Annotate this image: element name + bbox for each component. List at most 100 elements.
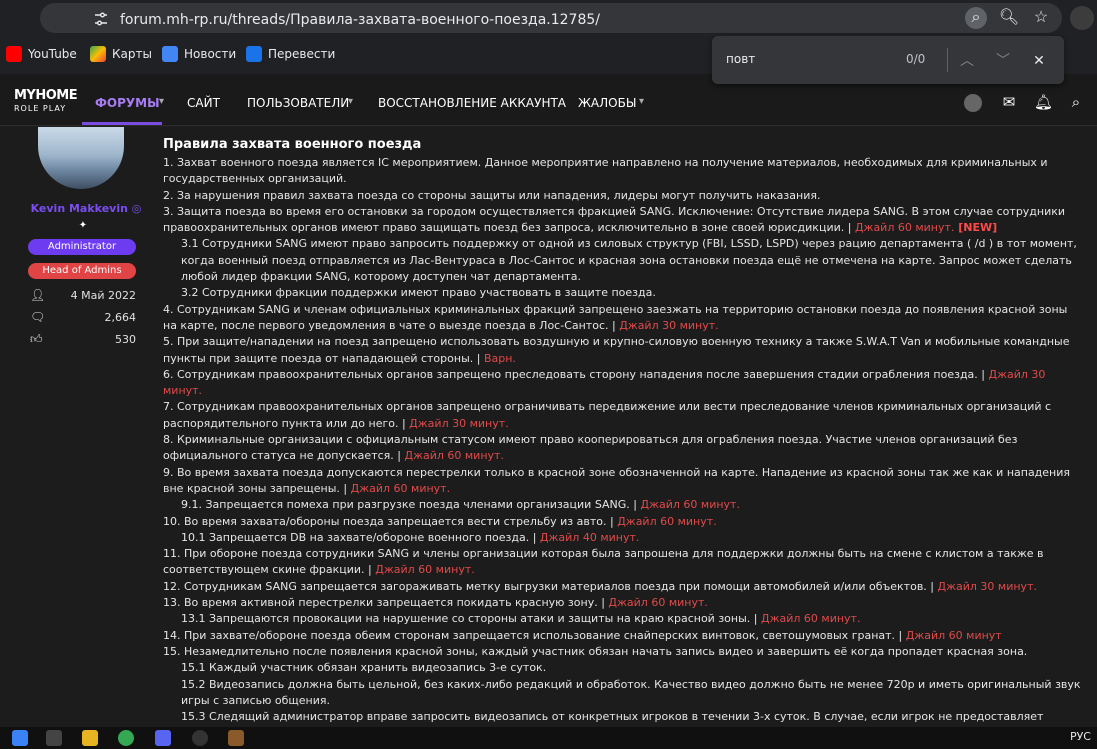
nav-active-indicator xyxy=(82,122,162,125)
youtube-icon xyxy=(6,46,22,62)
rule-line: 9.1. Запрещается помеха при разгрузке по… xyxy=(163,497,1081,513)
rule-line: 2. За нарушения правил захвата поезда со… xyxy=(163,188,1081,204)
rule-line: 8. Криминальные организации с официальны… xyxy=(163,432,1081,465)
bookmark-translate[interactable]: Перевести xyxy=(246,46,335,62)
nav-site[interactable]: САЙТ xyxy=(187,96,220,110)
penalty-text: Джайл 40 минут. xyxy=(539,530,640,544)
message-icon: 🗨︎ xyxy=(30,310,46,324)
find-input[interactable]: повт xyxy=(726,52,755,66)
role-badge-head: Head of Admins xyxy=(28,263,136,279)
person-icon: 👤︎ xyxy=(30,288,46,302)
rule-line: 13.1 Запрещаются провокации на нарушение… xyxy=(163,611,1081,627)
nav-complaints[interactable]: ЖАЛОБЫ xyxy=(578,96,636,110)
rule-line: 15.3 Следящий администратор вправе запро… xyxy=(163,709,1081,727)
bell-icon[interactable]: 🔔︎ xyxy=(1034,94,1053,112)
user-avatar-icon[interactable] xyxy=(964,94,982,112)
post-body: 1. Захват военного поезда является IC ме… xyxy=(163,155,1081,727)
nav-account-recovery[interactable]: ВОССТАНОВЛЕНИЕ АККАУНТА xyxy=(378,96,566,110)
penalty-text: Джайл 60 минут. xyxy=(350,481,451,495)
rule-line: 3.2 Сотрудники фракции поддержки имеют п… xyxy=(163,285,1081,301)
app-icon[interactable] xyxy=(155,730,171,746)
chevron-down-icon[interactable]: ▾ xyxy=(639,96,644,107)
rule-text: 12. Сотрудникам SANG запрещается загораж… xyxy=(163,579,938,593)
rule-line: 4. Сотрудникам SANG и членам официальных… xyxy=(163,302,1081,335)
rule-text: 5. При защите/нападении на поезд запреще… xyxy=(163,335,1070,365)
steam-icon[interactable] xyxy=(192,730,208,746)
penalty-text: Джайл 60 минут. xyxy=(760,612,861,626)
chrome-icon[interactable] xyxy=(118,730,134,746)
penalty-text: Джайл 60 минут. xyxy=(617,514,717,528)
rule-text: 13.1 Запрещаются провокации на нарушение… xyxy=(181,612,761,626)
rule-line: 10.1 Запрещается DB на захвате/обороне в… xyxy=(163,530,1081,546)
rule-text: 1. Захват военного поезда является IC ме… xyxy=(163,156,1048,186)
rule-line: 15.1 Каждый участник обязан хранить виде… xyxy=(163,660,1081,676)
penalty-text: Джайл 30 минут. xyxy=(937,579,1037,593)
penalty-text: Джайл 60 минут. xyxy=(608,596,708,610)
rule-text: 9.1. Запрещается помеха при разгрузке по… xyxy=(181,498,641,512)
verified-icon: ◎ xyxy=(131,202,142,215)
penalty-text: Джайл 60 минут. xyxy=(375,563,475,577)
thumbs-up-icon: 👍︎ xyxy=(30,332,43,346)
post-title: Правила захвата военного поезда xyxy=(163,137,422,152)
game-icon[interactable] xyxy=(228,730,244,746)
browser-toolbar: forum.mh-rp.ru/threads/Правила-захвата-в… xyxy=(0,0,1097,36)
stat-reactions: 👍︎ 530 xyxy=(30,332,136,346)
zoom-icon[interactable]: 🔍︎ xyxy=(998,7,1020,29)
rule-text: 2. За нарушения правил захвата поезда со… xyxy=(163,188,821,202)
rule-text: 7. Сотрудникам правоохранительных органо… xyxy=(163,400,1052,430)
penalty-text: Джайл 60 минут. xyxy=(640,498,740,512)
stat-joined: 👤︎ 4 Май 2022 xyxy=(30,288,136,302)
bookmark-youtube[interactable]: YouTube xyxy=(6,46,77,62)
url-text[interactable]: forum.mh-rp.ru/threads/Правила-захвата-в… xyxy=(120,12,600,28)
rule-text: 6. Сотрудникам правоохранительных органо… xyxy=(163,367,989,381)
penalty-text: Джайл 30 минут. xyxy=(619,318,719,332)
search-icon[interactable]: ⌕ xyxy=(1067,94,1085,112)
bookmark-maps[interactable]: Карты xyxy=(90,46,152,62)
rule-text: 15.2 Видеозапись должна быть цельной, бе… xyxy=(181,677,1081,707)
translate-icon xyxy=(246,46,262,62)
rule-line: 12. Сотрудникам SANG запрещается загораж… xyxy=(163,579,1081,595)
site-info-icon[interactable] xyxy=(93,11,109,27)
username[interactable]: Kevin Makkevin ◎ xyxy=(30,202,142,215)
nav-forums[interactable]: ФОРУМЫ xyxy=(95,96,160,110)
rule-line: 6. Сотрудникам правоохранительных органо… xyxy=(163,367,1081,400)
star-icon[interactable]: ☆ xyxy=(1030,7,1052,29)
rule-line: 14. При захвате/обороне поезда обеим сто… xyxy=(163,628,1081,644)
find-count: 0/0 xyxy=(906,52,926,66)
rule-line: 3. Защита поезда во время его остановки … xyxy=(163,204,1081,237)
rule-text: 3.1 Сотрудники SANG имеют право запросит… xyxy=(181,237,1077,284)
rule-text: 3.2 Сотрудники фракции поддержки имеют п… xyxy=(181,286,656,300)
role-badge-admin: Administrator xyxy=(28,239,136,255)
windows-start-icon[interactable] xyxy=(12,730,28,746)
rule-text: 8. Криминальные организации с официальны… xyxy=(163,433,1018,463)
close-icon[interactable]: ✕ xyxy=(1027,48,1051,72)
profile-icon[interactable] xyxy=(1070,6,1094,30)
bookmark-news[interactable]: Новости xyxy=(162,46,236,62)
rule-line: 11. При обороне поезда сотрудники SANG и… xyxy=(163,546,1081,579)
chevron-down-icon[interactable]: ▾ xyxy=(348,96,353,107)
lens-icon[interactable]: ⌕ xyxy=(965,7,987,29)
find-divider xyxy=(947,48,948,72)
site-logo[interactable]: MYHOME ROLE PLAY xyxy=(14,88,78,120)
rule-text: 15.3 Следящий администратор вправе запро… xyxy=(181,710,1044,727)
rule-line: 15.2 Видеозапись должна быть цельной, бе… xyxy=(163,677,1081,710)
chevron-down-icon[interactable]: ▾ xyxy=(159,96,164,107)
file-explorer-icon[interactable] xyxy=(82,730,98,746)
rule-text: 13. Во время активной перестрелки запрещ… xyxy=(163,596,609,610)
post-content: Правила захвата военного поезда 1. Захва… xyxy=(157,127,1081,727)
rule-line: 13. Во время активной перестрелки запрещ… xyxy=(163,595,1081,611)
taskbar: РУС xyxy=(0,727,1097,749)
chevron-down-icon[interactable]: ﹀ xyxy=(991,48,1015,72)
rule-line: 3.1 Сотрудники SANG имеют право запросит… xyxy=(163,236,1081,285)
address-bar[interactable]: forum.mh-rp.ru/threads/Правила-захвата-в… xyxy=(40,3,1062,33)
avatar[interactable] xyxy=(38,127,124,189)
keyboard-language[interactable]: РУС xyxy=(1070,730,1091,743)
rule-text: 14. При захвате/обороне поезда обеим сто… xyxy=(163,628,906,642)
nav-users[interactable]: ПОЛЬЗОВАТЕЛИ xyxy=(247,96,349,110)
mail-icon[interactable]: ✉ xyxy=(1000,94,1018,112)
chevron-up-icon[interactable]: ︿ xyxy=(955,48,979,72)
maps-icon xyxy=(90,46,106,62)
task-view-icon[interactable] xyxy=(46,730,62,746)
thread-page: Kevin Makkevin ◎ ✦ Administrator Head of… xyxy=(0,127,1097,727)
rule-text: 10. Во время захвата/обороны поезда запр… xyxy=(163,514,618,528)
